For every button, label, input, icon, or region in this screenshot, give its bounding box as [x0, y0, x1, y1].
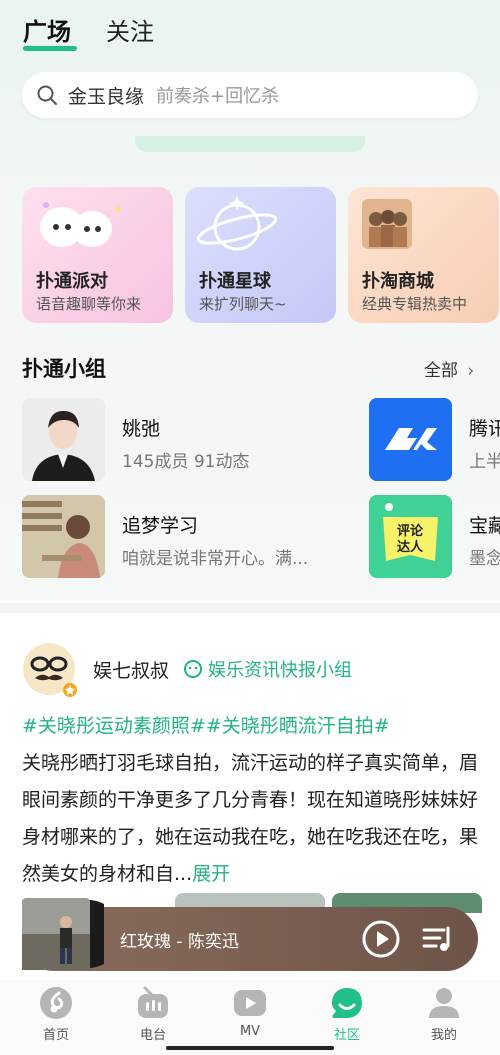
- active-tab-indicator: [23, 46, 77, 51]
- profile-icon: [429, 988, 459, 1018]
- feature-card-subtitle: 经典专辑热卖中: [362, 295, 468, 313]
- expand-button[interactable]: 展开: [192, 863, 230, 885]
- search-hint: 前奏杀+回忆杀: [156, 86, 280, 107]
- nav-community[interactable]: [317, 985, 377, 1021]
- nav-label: 我的: [430, 1028, 457, 1043]
- group-stat: 145成员 91动态: [122, 452, 250, 472]
- nav-label: MV: [239, 1024, 261, 1039]
- playlist-icon[interactable]: [422, 924, 454, 954]
- feature-card-subtitle: 语音趣聊等你来: [36, 295, 142, 313]
- nav-radio[interactable]: [123, 985, 183, 1021]
- community-icon: [332, 988, 362, 1018]
- chevron-right-icon: ›: [467, 361, 475, 381]
- groups-section-title: 扑通小组: [22, 357, 106, 381]
- album-art[interactable]: [22, 898, 104, 970]
- group-name[interactable]: 姚弛: [122, 414, 160, 441]
- author-avatar[interactable]: [22, 642, 78, 698]
- player-song: 红玫瑰 - 陈奕迅: [120, 932, 239, 952]
- group-stat: 咱就是说非常开心。满...: [122, 549, 309, 569]
- group-icon: [184, 660, 202, 678]
- home-indicator: [166, 1046, 334, 1050]
- radio-icon: [138, 986, 168, 1018]
- svg-text:达人: 达人: [397, 539, 424, 555]
- group-stat: 墨念: [469, 549, 500, 569]
- nav-label: 电台: [139, 1028, 166, 1043]
- groups-see-all[interactable]: 全部 ›: [424, 356, 474, 381]
- feature-card-title: 扑通派对: [36, 271, 108, 292]
- banner-edge: [135, 136, 365, 152]
- group-stat: 上半: [469, 452, 500, 472]
- mv-icon: [234, 990, 266, 1016]
- group-name[interactable]: 追梦学习: [122, 511, 198, 538]
- svg-text:评论: 评论: [397, 523, 424, 539]
- group-name[interactable]: 腾讯: [469, 414, 500, 441]
- album-cover-icon: [362, 199, 412, 249]
- group-avatar[interactable]: [22, 398, 105, 481]
- section-divider: [0, 603, 500, 613]
- tab-square[interactable]: 广场: [23, 12, 71, 47]
- search-bar[interactable]: 金玉良缘 前奏杀+回忆杀: [22, 72, 478, 118]
- feature-card-title: 扑淘商城: [362, 271, 434, 292]
- group-avatar[interactable]: 评论 达人: [369, 495, 452, 578]
- nav-label: 首页: [42, 1028, 69, 1043]
- planet-icon: [196, 195, 278, 251]
- post-group-link[interactable]: 娱乐资讯快报小组: [183, 656, 352, 682]
- search-icon: [37, 85, 57, 105]
- post-group-name: 娱乐资讯快报小组: [208, 660, 352, 681]
- post-author[interactable]: 娱七叔叔: [93, 656, 169, 683]
- feature-card-title: 扑通星球: [199, 271, 271, 292]
- post-text: 关晓彤晒打羽毛球自拍，流汗运动的样子真实简单，眉眼间素颜的干净更多了几分青春！现…: [22, 752, 479, 885]
- post-tags[interactable]: #关晓彤运动素颜照##关晓彤晒流汗自拍#: [22, 715, 390, 737]
- post-body[interactable]: #关晓彤运动素颜照##关晓彤晒流汗自拍# 关晓彤晒打羽毛球自拍，流汗运动的样子真…: [22, 708, 482, 893]
- search-query: 金玉良缘: [68, 85, 145, 108]
- brand-logo-icon: [369, 398, 452, 481]
- nav-label: 社区: [333, 1028, 360, 1043]
- group-name[interactable]: 宝藏: [469, 511, 500, 538]
- tab-follow[interactable]: 关注: [106, 12, 154, 47]
- feature-card-shop[interactable]: 扑淘商城 经典专辑热卖中: [348, 187, 499, 323]
- study-illustration-icon: [22, 495, 105, 578]
- group-avatar[interactable]: [369, 398, 452, 481]
- nav-home[interactable]: [26, 985, 86, 1021]
- see-all-label: 全部: [424, 361, 458, 381]
- nav-profile[interactable]: [414, 985, 474, 1021]
- feature-card-planet[interactable]: 扑通星球 来扩列聊天~: [185, 187, 336, 323]
- party-icon: [40, 202, 121, 247]
- feature-card-subtitle: 来扩列聊天~: [199, 295, 287, 313]
- group-avatar[interactable]: [22, 495, 105, 578]
- badge-icon: 评论 达人: [369, 495, 452, 578]
- feature-card-party[interactable]: 扑通派对 语音趣聊等你来: [22, 187, 173, 323]
- home-icon: [40, 987, 72, 1019]
- play-icon[interactable]: [361, 919, 401, 959]
- person-photo-icon: [22, 398, 105, 481]
- nav-mv[interactable]: [220, 985, 280, 1021]
